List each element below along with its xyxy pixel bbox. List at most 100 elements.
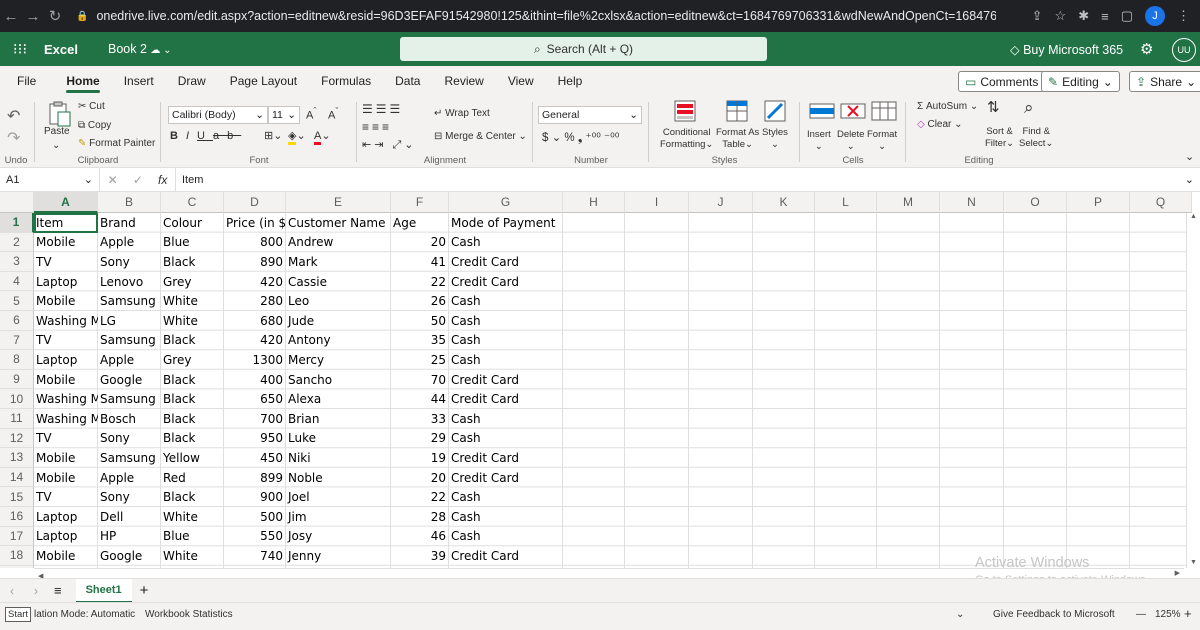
cell-d1[interactable]: Price (in $) <box>224 213 286 233</box>
cell-b6[interactable]: LG <box>98 311 161 331</box>
cell-d9[interactable]: 400 <box>224 370 286 390</box>
cell-a8[interactable]: Laptop <box>34 350 98 370</box>
cell-f4[interactable]: 22 <box>391 272 449 292</box>
cell-c15[interactable]: Black <box>161 487 224 507</box>
shrink-font-icon[interactable]: Aˇ <box>328 106 338 122</box>
cell-f2[interactable]: 20 <box>391 233 449 253</box>
find-select-button[interactable]: Find & Select⌄ <box>1019 126 1053 150</box>
cell-g3[interactable]: Credit Card <box>449 252 563 272</box>
cell-f15[interactable]: 22 <box>391 487 449 507</box>
cell-g4[interactable]: Credit Card <box>449 272 563 292</box>
cell-g8[interactable]: Cash <box>449 350 563 370</box>
cell-b9[interactable]: Google <box>98 370 161 390</box>
cell-b3[interactable]: Sony <box>98 252 161 272</box>
cell-c18[interactable]: White <box>161 546 224 566</box>
share-page-icon[interactable]: ⇪ <box>1032 8 1043 24</box>
font-family-select[interactable]: Calibri (Body) ⌄ <box>168 106 268 124</box>
cell-b10[interactable]: Samsung <box>98 389 161 409</box>
row-header-1[interactable]: 1 <box>0 213 34 233</box>
cell-d18[interactable]: 740 <box>224 546 286 566</box>
cell-b14[interactable]: Apple <box>98 468 161 488</box>
cell-d14[interactable]: 899 <box>224 468 286 488</box>
cell-a16[interactable]: Laptop <box>34 507 98 527</box>
row-header-5[interactable]: 5 <box>0 291 34 311</box>
column-header-e[interactable]: E <box>286 192 391 213</box>
row-header-10[interactable]: 10 <box>0 389 34 409</box>
menu-icon[interactable]: ⋮ <box>1177 8 1190 24</box>
cell-a12[interactable]: TV <box>34 429 98 449</box>
row-header-15[interactable]: 15 <box>0 487 34 507</box>
row-header-2[interactable]: 2 <box>0 232 34 253</box>
tab-home[interactable]: Home <box>54 66 111 96</box>
user-avatar[interactable]: UU <box>1172 38 1196 62</box>
cell-d7[interactable]: 420 <box>224 331 286 351</box>
cell-a6[interactable]: Washing Machine <box>34 311 98 331</box>
column-header-p[interactable]: P <box>1067 192 1130 213</box>
column-header-d[interactable]: D <box>224 192 286 213</box>
row-header-9[interactable]: 9 <box>0 369 34 390</box>
cell-g15[interactable]: Cash <box>449 487 563 507</box>
cell-c13[interactable]: Yellow <box>161 448 224 468</box>
cell-f5[interactable]: 26 <box>391 291 449 311</box>
cell-a18[interactable]: Mobile <box>34 546 98 566</box>
cell-g9[interactable]: Credit Card <box>449 370 563 390</box>
cell-g1[interactable]: Mode of Payment <box>449 213 563 233</box>
cell-e10[interactable]: Alexa <box>286 389 391 409</box>
cell-d15[interactable]: 900 <box>224 487 286 507</box>
column-header-f[interactable]: F <box>391 192 449 213</box>
forward-icon[interactable]: → <box>22 8 44 25</box>
cell-g14[interactable]: Credit Card <box>449 468 563 488</box>
sort-filter-button[interactable]: Sort & Filter⌄ <box>985 126 1014 150</box>
cell-a5[interactable]: Mobile <box>34 291 98 311</box>
cell-d17[interactable]: 550 <box>224 527 286 547</box>
column-header-q[interactable]: Q <box>1130 192 1192 213</box>
delete-cells-icon[interactable] <box>840 100 866 125</box>
insert-cells-button[interactable]: Insert ⌄ <box>807 129 831 153</box>
cell-b2[interactable]: Apple <box>98 233 161 253</box>
row-header-14[interactable]: 14 <box>0 467 34 488</box>
cell-c6[interactable]: White <box>161 311 224 331</box>
cell-e5[interactable]: Leo <box>286 291 391 311</box>
cell-d10[interactable]: 650 <box>224 389 286 409</box>
split-view-icon[interactable]: ▢ <box>1121 8 1133 24</box>
paste-chevron-icon[interactable]: ⌄ <box>52 140 60 151</box>
cell-f1[interactable]: Age <box>391 213 449 233</box>
row-header-16[interactable]: 16 <box>0 507 34 527</box>
cell-f12[interactable]: 29 <box>391 429 449 449</box>
cell-b16[interactable]: Dell <box>98 507 161 527</box>
column-header-o[interactable]: O <box>1004 192 1067 213</box>
next-sheet-icon[interactable]: › <box>34 584 38 598</box>
cell-e13[interactable]: Niki <box>286 448 391 468</box>
row-header-13[interactable]: 13 <box>0 448 34 468</box>
reload-icon[interactable]: ↻ <box>44 7 66 25</box>
cell-b13[interactable]: Samsung <box>98 448 161 468</box>
cell-e16[interactable]: Jim <box>286 507 391 527</box>
cell-g11[interactable]: Cash <box>449 409 563 429</box>
select-all-corner[interactable] <box>0 192 34 213</box>
cell-a14[interactable]: Mobile <box>34 468 98 488</box>
row-header-17[interactable]: 17 <box>0 526 34 547</box>
format-as-table-button[interactable]: Format As Table⌄ <box>716 127 759 151</box>
cell-e9[interactable]: Sancho <box>286 370 391 390</box>
cell-b1[interactable]: Brand <box>98 213 161 233</box>
cell-e3[interactable]: Mark <box>286 252 391 272</box>
add-sheet-icon[interactable]: + <box>140 582 149 599</box>
cell-a11[interactable]: Washing Machine <box>34 409 98 429</box>
cell-b12[interactable]: Sony <box>98 429 161 449</box>
row-header-4[interactable]: 4 <box>0 271 34 292</box>
buy-microsoft-button[interactable]: ◇ Buy Microsoft 365 <box>1010 42 1123 57</box>
queue-icon[interactable]: ≡ <box>1101 9 1109 24</box>
cell-c14[interactable]: Red <box>161 468 224 488</box>
star-icon[interactable]: ☆ <box>1055 8 1067 24</box>
sort-filter-icon[interactable]: ⇅ <box>987 98 1000 116</box>
column-header-m[interactable]: M <box>877 192 940 213</box>
cancel-icon[interactable]: ✕ <box>108 173 118 187</box>
cell-b8[interactable]: Apple <box>98 350 161 370</box>
cell-c12[interactable]: Black <box>161 429 224 449</box>
cell-e4[interactable]: Cassie <box>286 272 391 292</box>
cell-c8[interactable]: Grey <box>161 350 224 370</box>
row-header-11[interactable]: 11 <box>0 409 34 429</box>
enter-icon[interactable]: ✓ <box>133 173 143 187</box>
workbook-statistics[interactable]: Workbook Statistics <box>145 609 233 620</box>
cell-f10[interactable]: 44 <box>391 389 449 409</box>
